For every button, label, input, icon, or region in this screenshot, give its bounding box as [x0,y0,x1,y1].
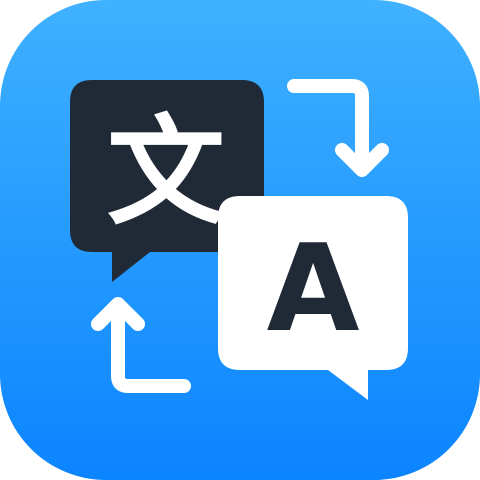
source-glyph: 文 [107,103,225,241]
target-language-bubble: A [218,196,408,400]
translate-app-icon: 文 A [0,0,480,480]
target-glyph: A [267,220,360,359]
